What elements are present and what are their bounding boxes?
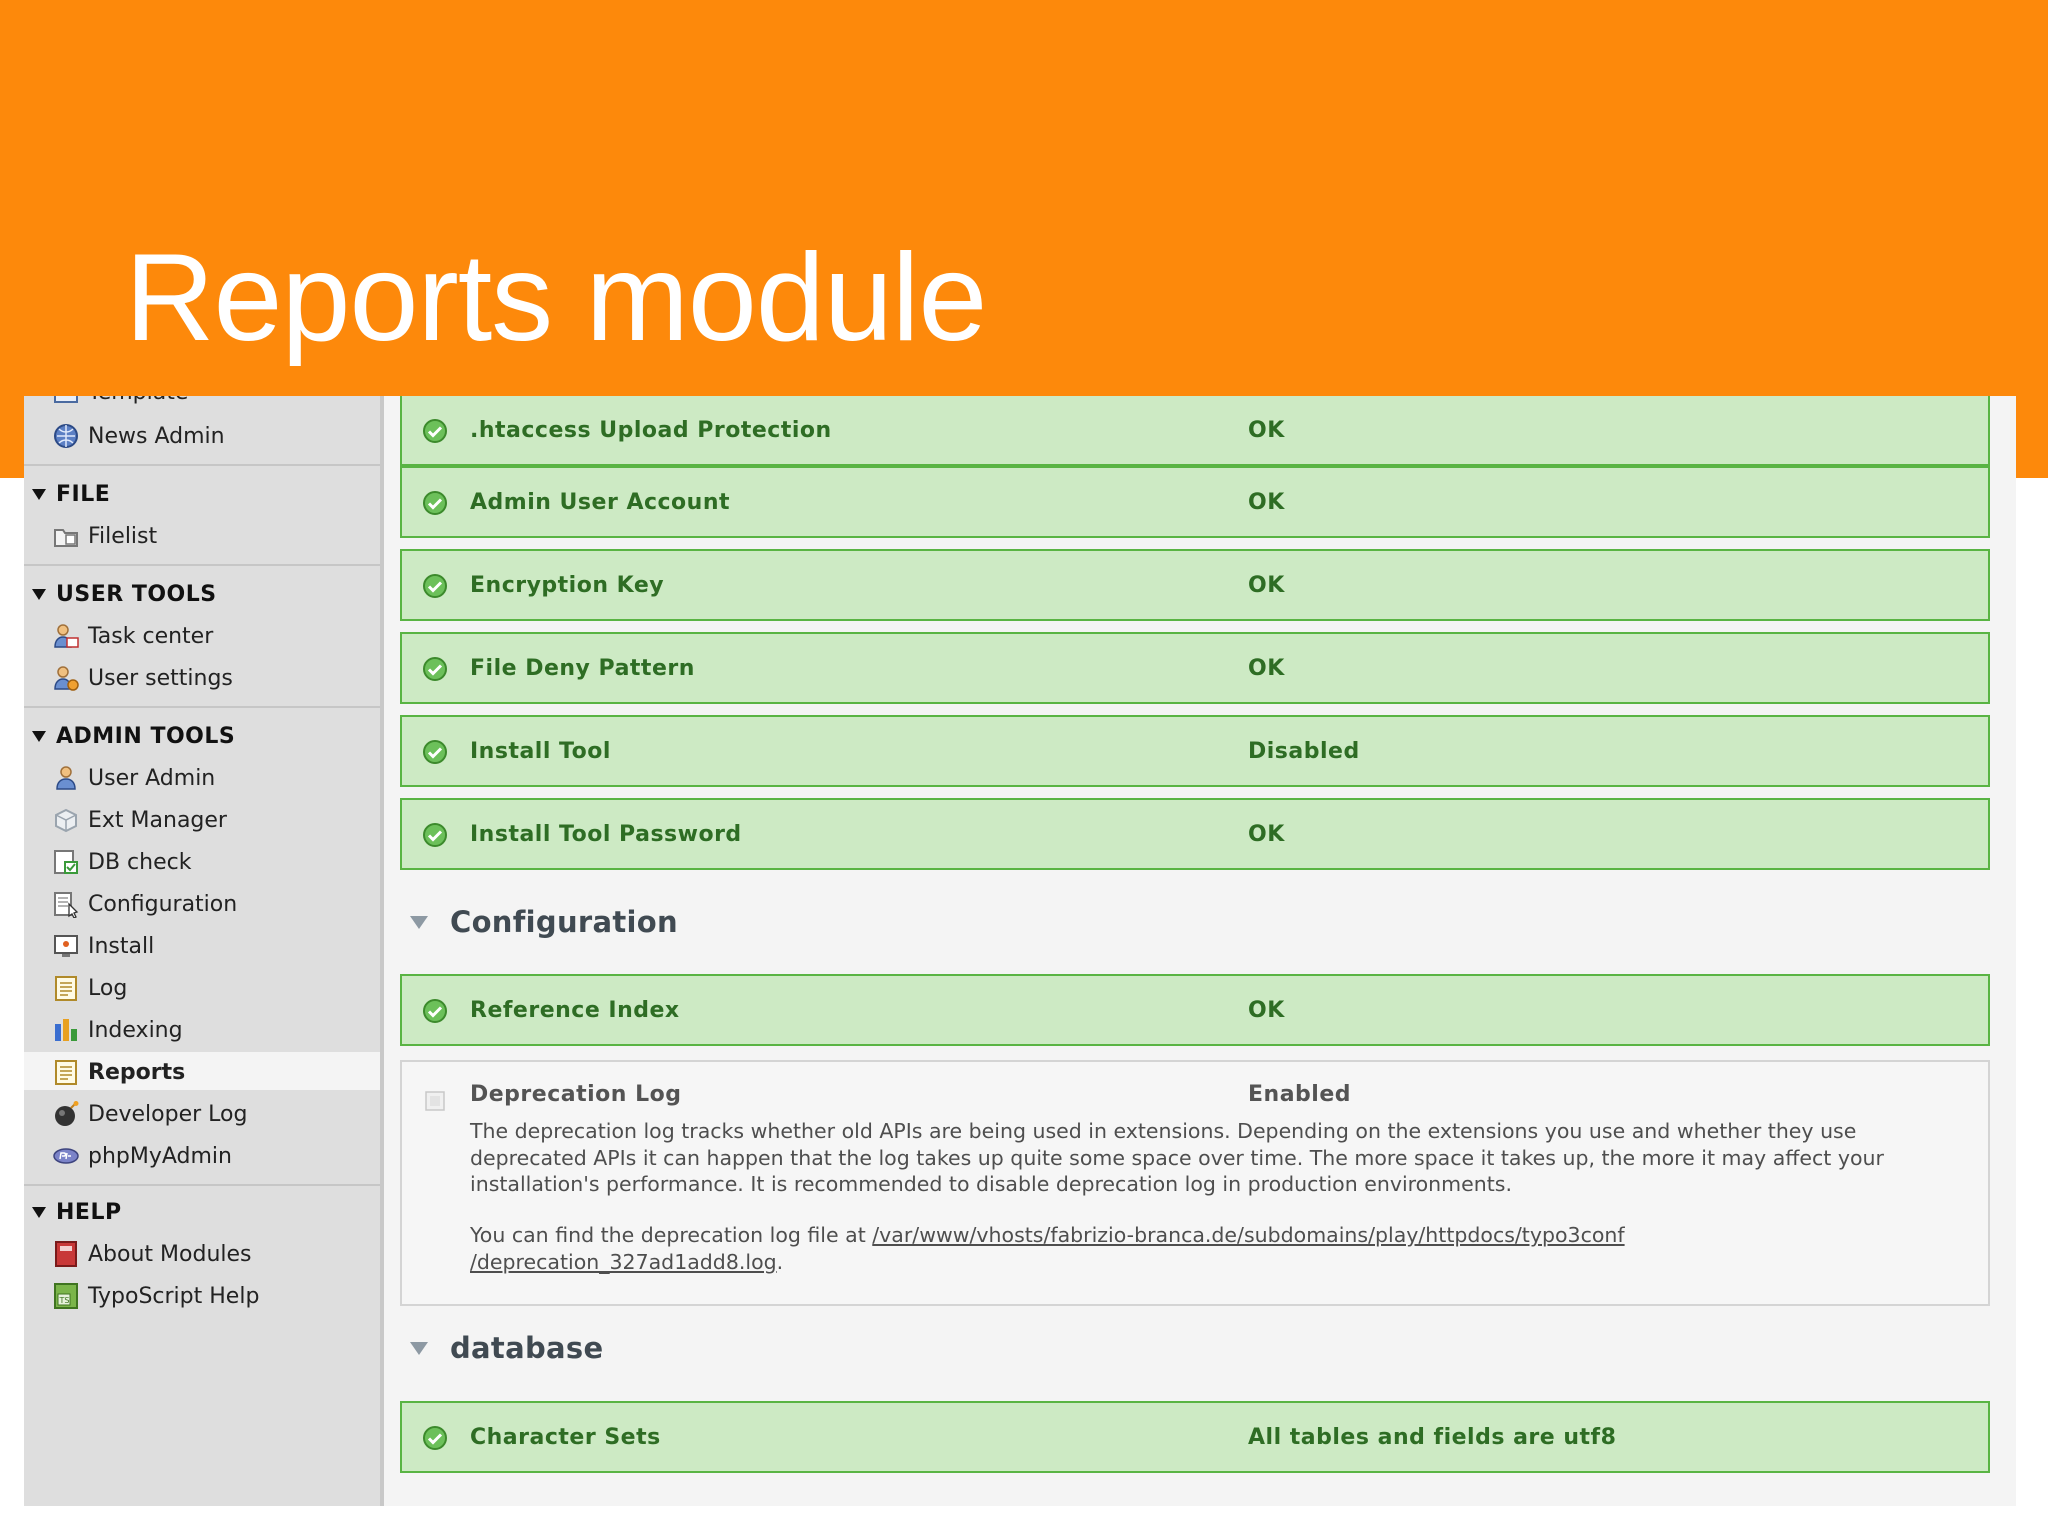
check-circle-icon xyxy=(423,1426,447,1450)
php-icon xyxy=(53,1148,79,1164)
report-status-row: Encryption Key OK xyxy=(400,549,1990,621)
sidebar-item-log[interactable]: Log xyxy=(52,970,127,1006)
check-circle-icon xyxy=(423,823,447,847)
sidebar-group-admin-tools[interactable]: ADMIN TOOLS xyxy=(32,718,235,754)
report-name: Encryption Key xyxy=(470,573,665,598)
sidebar-group-file[interactable]: FILE xyxy=(32,476,110,512)
template-icon xyxy=(54,396,78,403)
report-value: Disabled xyxy=(1248,739,1360,764)
sidebar-divider xyxy=(24,1184,380,1186)
report-value: All tables and fields are utf8 xyxy=(1248,1425,1617,1450)
section-header-database[interactable]: database xyxy=(404,1326,603,1370)
sidebar-item-news-admin[interactable]: News Admin xyxy=(52,418,225,454)
sidebar-divider xyxy=(24,706,380,708)
sidebar-divider xyxy=(24,564,380,566)
user-task-icon xyxy=(54,624,79,648)
report-name: Install Tool xyxy=(470,739,611,764)
log-icon xyxy=(55,976,77,1001)
sidebar-item-developer-log[interactable]: Developer Log xyxy=(52,1096,247,1132)
report-value: Enabled xyxy=(1248,1082,1351,1107)
report-info-row: Deprecation Log Enabled The deprecation … xyxy=(400,1060,1990,1306)
report-status-row: File Deny Pattern OK xyxy=(400,632,1990,704)
report-value: OK xyxy=(1248,998,1285,1023)
sidebar-item-about-modules[interactable]: About Modules xyxy=(52,1236,252,1272)
bar-chart-icon xyxy=(55,1019,77,1041)
check-circle-icon xyxy=(423,574,447,598)
log-file-link[interactable]: /deprecation_327ad1add8.log xyxy=(470,1250,777,1274)
sidebar-item-typoscript-help[interactable]: TS TypoScript Help xyxy=(52,1278,259,1314)
report-name: .htaccess Upload Protection xyxy=(470,418,832,443)
report-status-row: Install Tool Password OK xyxy=(400,798,1990,870)
module-menu: Template News Admin FILE Filelist USER T… xyxy=(24,396,384,1506)
collapse-triangle-icon xyxy=(410,1341,428,1355)
bomb-icon xyxy=(55,1101,79,1126)
sidebar-item-template[interactable]: Template xyxy=(52,396,188,410)
check-circle-icon xyxy=(423,657,447,681)
extension-icon xyxy=(55,808,77,833)
sidebar-item-phpmyadmin[interactable]: phpMyAdmin xyxy=(52,1138,232,1174)
sidebar-item-user-admin[interactable]: User Admin xyxy=(52,760,215,796)
news-admin-icon xyxy=(54,424,78,448)
typoscript-icon: TS xyxy=(54,1283,78,1309)
sidebar-item-user-settings[interactable]: User settings xyxy=(52,660,233,696)
configuration-icon xyxy=(54,892,79,918)
info-icon xyxy=(425,1091,445,1111)
check-circle-icon xyxy=(423,419,447,443)
report-name: Reference Index xyxy=(470,998,680,1023)
report-name: File Deny Pattern xyxy=(470,656,695,681)
sidebar-item-reports[interactable]: Reports xyxy=(52,1054,185,1090)
report-value: OK xyxy=(1248,656,1285,681)
caret-down-icon xyxy=(32,488,46,500)
sidebar-item-ext-manager[interactable]: Ext Manager xyxy=(52,802,227,838)
user-settings-icon xyxy=(54,666,79,691)
section-header-configuration[interactable]: Configuration xyxy=(404,900,678,944)
sidebar-item-db-check[interactable]: DB check xyxy=(52,844,191,880)
check-circle-icon xyxy=(423,740,447,764)
report-value: OK xyxy=(1248,490,1285,515)
log-file-text: You can find the deprecation log file at… xyxy=(470,1223,1625,1274)
check-circle-icon xyxy=(423,999,447,1023)
report-value: OK xyxy=(1248,418,1285,443)
db-check-icon xyxy=(54,850,78,874)
caret-down-icon xyxy=(32,588,46,600)
report-value: OK xyxy=(1248,822,1285,847)
book-icon xyxy=(55,1241,77,1267)
report-status-row: Admin User Account OK xyxy=(400,466,1990,538)
report-status-row: Character Sets All tables and fields are… xyxy=(400,1401,1990,1473)
sidebar-item-filelist[interactable]: Filelist xyxy=(52,518,157,554)
slide-title: Reports module xyxy=(125,229,987,367)
report-status-row: Reference Index OK xyxy=(400,974,1990,1046)
sidebar-item-task-center[interactable]: Task center xyxy=(52,618,213,654)
report-status-row: .htaccess Upload Protection OK xyxy=(400,396,1990,466)
report-name: Install Tool Password xyxy=(470,822,742,847)
install-icon xyxy=(54,935,78,957)
report-value: OK xyxy=(1248,573,1285,598)
collapse-triangle-icon xyxy=(410,915,428,929)
svg-text:TS: TS xyxy=(59,1296,70,1305)
folder-list-icon xyxy=(54,529,78,547)
report-name: Character Sets xyxy=(470,1425,661,1450)
report-status-row: Install Tool Disabled xyxy=(400,715,1990,787)
sidebar-group-user-tools[interactable]: USER TOOLS xyxy=(32,576,217,612)
sidebar-item-indexing[interactable]: Indexing xyxy=(52,1012,183,1048)
report-description: The deprecation log tracks whether old A… xyxy=(470,1119,1884,1196)
log-file-link[interactable]: /var/www/vhosts/fabrizio-branca.de/subdo… xyxy=(872,1223,1624,1247)
sidebar-group-help[interactable]: HELP xyxy=(32,1194,122,1230)
report-name: Deprecation Log xyxy=(470,1082,682,1107)
user-admin-icon xyxy=(56,766,76,790)
check-circle-icon xyxy=(423,491,447,515)
sidebar-item-install[interactable]: Install xyxy=(52,928,154,964)
caret-down-icon xyxy=(32,730,46,742)
typo3-backend: Template News Admin FILE Filelist USER T… xyxy=(24,396,2016,1506)
report-name: Admin User Account xyxy=(470,490,731,515)
sidebar-divider xyxy=(24,464,380,466)
sidebar-item-configuration[interactable]: Configuration xyxy=(52,886,237,922)
reports-icon xyxy=(55,1060,77,1085)
caret-down-icon xyxy=(32,1206,46,1218)
